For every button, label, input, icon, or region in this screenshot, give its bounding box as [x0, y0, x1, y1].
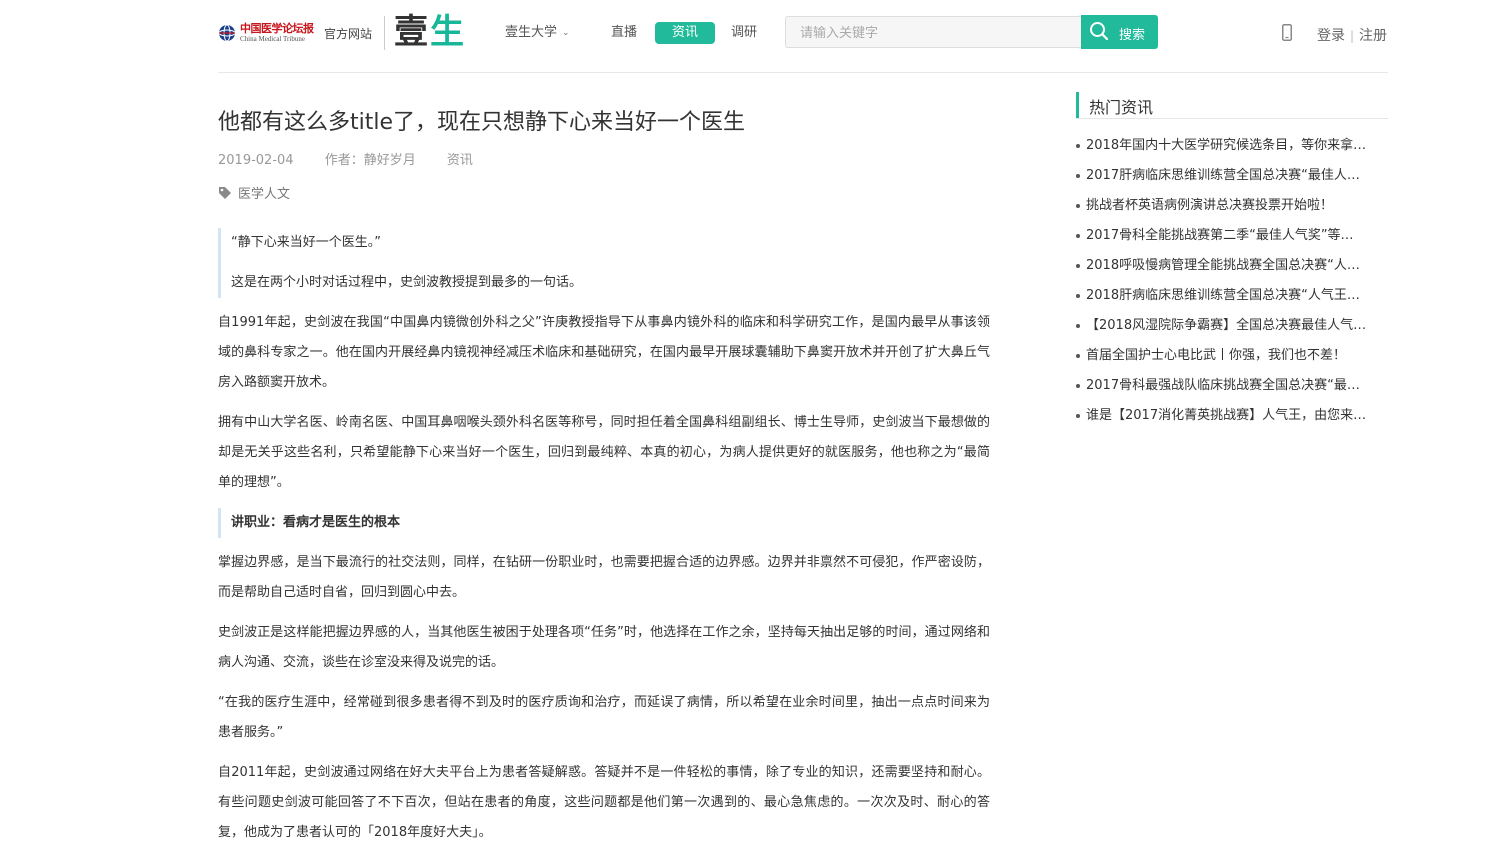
paragraph-6: 自2011年起，史剑波通过网络在好大夫平台上为患者答疑解惑。答疑并不是一件轻松的…	[218, 765, 990, 840]
yisheng-brand-logo[interactable]: 壹生	[394, 10, 466, 54]
hot-news-item[interactable]: 【2018风湿院际争霸赛】全国总决赛最佳人气…	[1076, 315, 1388, 345]
paragraph-5: “在我的医疗生涯中，经常碰到很多患者得不到及时的医疗质询和治疗，而延误了病情，所…	[218, 695, 990, 740]
article-meta: 2019-02-04 作者：静好岁月 资讯	[218, 149, 500, 168]
nav-survey[interactable]: 调研	[731, 22, 757, 44]
hot-news-item[interactable]: 首届全国护士心电比武丨你强，我们也不差！	[1076, 345, 1388, 375]
register-link[interactable]: 注册	[1359, 28, 1387, 44]
login-link[interactable]: 登录	[1317, 28, 1345, 44]
tag-label: 医学人文	[238, 187, 291, 202]
auth-separator: |	[1350, 29, 1355, 43]
brand-char-1: 壹	[394, 12, 430, 52]
nav-label: 调研	[731, 25, 758, 40]
sidebar-title: 热门资讯	[1089, 98, 1154, 117]
nav-live[interactable]: 直播	[611, 22, 637, 44]
tag-icon	[219, 187, 231, 199]
hot-news-list: 2018年国内十大医学研究候选条目，等你来拿… 2017肝病临床思维训练营全国总…	[1076, 135, 1388, 435]
hot-news-item[interactable]: 2017肝病临床思维训练营全国总决赛“最佳人…	[1076, 165, 1388, 195]
official-site-label: 官方网站	[324, 27, 373, 41]
hot-news-item[interactable]: 2017骨科最强战队临床挑战赛全国总决赛“最…	[1076, 375, 1388, 405]
hot-news-item[interactable]: 2018肝病临床思维训练营全国总决赛“人气王…	[1076, 285, 1388, 315]
chevron-down-icon: ⌄	[562, 28, 570, 38]
section-heading: 讲职业：看病才是医生的根本	[231, 515, 401, 530]
brand-char-2: 生	[430, 12, 466, 52]
paragraph-4: 史剑波正是这样能把握边界感的人，当其他医生被困于处理各项“任务”时，他选择在工作…	[218, 625, 990, 670]
logo-chinese-text: 中国医学论坛报	[240, 22, 314, 35]
nav-news[interactable]: 资讯	[655, 22, 715, 44]
hot-news-item[interactable]: 2018呼吸慢病管理全能挑战赛全国总决赛“人…	[1076, 255, 1388, 285]
nav-yisheng-university[interactable]: 壹生大学 ⌄	[505, 22, 570, 44]
hot-news-item[interactable]: 谁是【2017消化菁英挑战赛】人气王，由您来…	[1076, 405, 1388, 435]
hot-news-item[interactable]: 2017骨科全能挑战赛第二季“最佳人气奖”等…	[1076, 225, 1388, 255]
quote-line-1: “静下心来当好一个医生。”	[231, 235, 381, 250]
hot-news-item[interactable]: 2018年国内十大医学研究候选条目，等你来拿…	[1076, 135, 1388, 165]
search-button[interactable]: 搜索	[1081, 15, 1158, 49]
sidebar-accent-bar	[1076, 92, 1079, 118]
article-title: 他都有这么多title了，现在只想静下心来当好一个医生	[218, 110, 746, 135]
article-category[interactable]: 资讯	[447, 153, 473, 168]
nav-label: 资讯	[671, 25, 698, 40]
paragraph-3: 掌握边界感，是当下最流行的社交法则，同样，在钻研一份职业时，也需要把握合适的边界…	[218, 555, 990, 600]
header-divider	[384, 16, 385, 50]
globe-icon	[218, 24, 236, 42]
section-heading-block: 讲职业：看病才是医生的根本	[218, 508, 990, 538]
hot-news-sidebar: 热门资讯 2018年国内十大医学研究候选条目，等你来拿… 2017肝病临床思维训…	[1076, 92, 1388, 423]
top-header: 中国医学论坛报 China Medical Tribune 官方网站 壹生 壹生…	[218, 0, 1388, 73]
search-button-label: 搜索	[1119, 28, 1146, 43]
paragraph-1: 自1991年起，史剑波在我国“中国鼻内镜微创外科之父”许庚教授指导下从事鼻内镜外…	[218, 315, 990, 390]
paragraph-2: 拥有中山大学名医、岭南名医、中国耳鼻咽喉头颈外科名医等称号，同时担任着全国鼻科组…	[218, 415, 990, 490]
sidebar-header: 热门资讯	[1076, 92, 1388, 119]
article-tag[interactable]: 医学人文	[218, 183, 290, 202]
article-date: 2019-02-04	[218, 153, 294, 168]
article-body: “静下心来当好一个医生。” 这是在两个小时对话过程中，史剑波教授提到最多的一句话…	[218, 228, 990, 858]
article-author: 作者：静好岁月	[324, 153, 416, 168]
mobile-phone-icon[interactable]	[1282, 24, 1292, 41]
logo-english-text: China Medical Tribune	[240, 35, 305, 43]
nav-label: 壹生大学	[505, 25, 558, 40]
search-icon	[1090, 22, 1109, 41]
nav-label: 直播	[611, 25, 638, 40]
quote-line-2: 这是在两个小时对话过程中，史剑波教授提到最多的一句话。	[231, 275, 583, 290]
search-input[interactable]	[785, 16, 1081, 48]
cmt-logo[interactable]: 中国医学论坛报 China Medical Tribune	[218, 20, 316, 46]
intro-blockquote: “静下心来当好一个医生。” 这是在两个小时对话过程中，史剑波教授提到最多的一句话…	[218, 228, 990, 298]
auth-links: 登录 | 注册	[1317, 25, 1387, 45]
hot-news-item[interactable]: 挑战者杯英语病例演讲总决赛投票开始啦！	[1076, 195, 1388, 225]
search-bar: 搜索	[785, 15, 1158, 49]
